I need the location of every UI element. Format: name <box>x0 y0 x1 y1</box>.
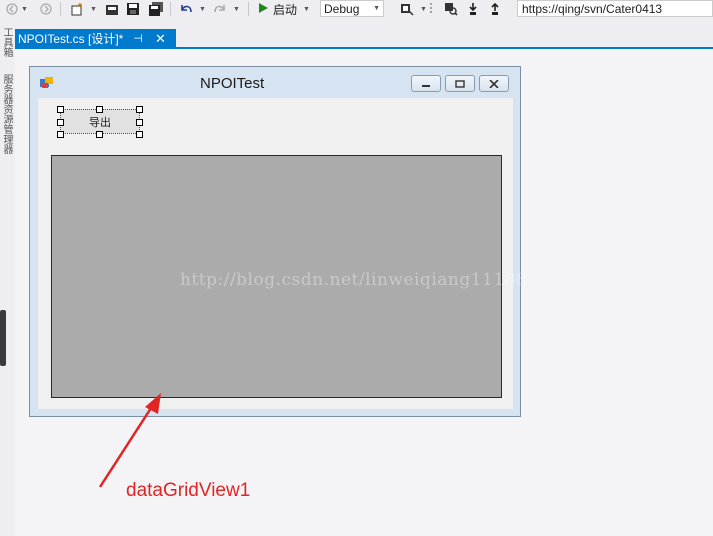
forward-icon[interactable] <box>40 1 52 17</box>
back-dropdown-icon[interactable]: ▼ <box>21 1 28 17</box>
resize-handle-w[interactable] <box>57 119 64 126</box>
resize-handle-sw[interactable] <box>57 131 64 138</box>
step-out-icon[interactable] <box>489 1 501 17</box>
maximize-icon <box>455 77 465 91</box>
save-icon[interactable] <box>126 1 140 17</box>
dock-grip[interactable] <box>0 310 6 366</box>
undo-icon[interactable] <box>179 1 193 17</box>
solution-configuration-select[interactable]: Debug ▼ <box>320 0 384 17</box>
tab-npoitest-design[interactable]: NPOITest.cs [设计]* ⊣ ✕ <box>15 29 176 48</box>
tab-title: NPOITest.cs [设计]* <box>18 32 124 46</box>
resize-handle-ne[interactable] <box>136 106 143 113</box>
resize-handle-n[interactable] <box>96 106 103 113</box>
redo-icon[interactable] <box>213 1 227 17</box>
main-toolbar: ▼ ▼ ▼ ▼ 启动 ▼ Debug ▼ ▼ https://qing/svn/… <box>0 0 713 18</box>
minimize-icon <box>421 77 431 91</box>
resize-handle-e[interactable] <box>136 119 143 126</box>
redo-dropdown-icon[interactable]: ▼ <box>233 1 240 17</box>
side-dock: 工具箱 服务器资源管理器 <box>0 18 15 536</box>
form-window[interactable]: NPOITest 导出 <box>29 66 521 417</box>
new-dropdown-icon[interactable]: ▼ <box>90 1 97 17</box>
play-icon <box>258 2 269 17</box>
server-explorer-tab[interactable]: 服务器资源管理器 <box>0 74 12 154</box>
close-icon[interactable]: ✕ <box>155 31 166 47</box>
annotation-label: dataGridView1 <box>126 480 251 501</box>
svn-url-value: https://qing/svn/Cater0413 <box>522 1 663 16</box>
export-button-label: 导出 <box>89 116 111 129</box>
open-file-icon[interactable] <box>105 1 119 17</box>
form-icon <box>40 77 54 89</box>
save-all-icon[interactable] <box>148 1 164 17</box>
find-in-files-icon[interactable] <box>444 1 458 17</box>
pin-icon[interactable]: ⊣ <box>133 32 143 45</box>
start-label: 启动 <box>273 2 298 17</box>
form-client-area[interactable]: 导出 <box>38 98 513 409</box>
browser-link-icon[interactable] <box>400 1 414 17</box>
start-dropdown-icon: ▼ <box>303 5 310 13</box>
toolbox-tab[interactable]: 工具箱 <box>0 27 12 57</box>
step-into-icon[interactable] <box>467 1 479 17</box>
toolbar-separator <box>60 2 61 16</box>
watermark-text: http://blog.csdn.net/linweiqiang11188 <box>180 270 528 290</box>
toolbar-separator <box>248 2 249 16</box>
grid-dots-icon <box>428 1 434 17</box>
browser-link-dropdown-icon[interactable]: ▼ <box>420 1 427 17</box>
svn-url-field[interactable]: https://qing/svn/Cater0413 <box>517 0 713 17</box>
undo-dropdown-icon[interactable]: ▼ <box>199 1 206 17</box>
start-debugging-button[interactable]: 启动 ▼ <box>258 1 310 17</box>
chevron-down-icon: ▼ <box>373 5 380 12</box>
toolbar-separator <box>170 2 171 16</box>
close-icon <box>489 77 499 91</box>
form-title: NPOITest <box>200 75 265 92</box>
resize-handle-s[interactable] <box>96 131 103 138</box>
maximize-button[interactable] <box>445 75 475 92</box>
close-form-button[interactable] <box>479 75 509 92</box>
resize-handle-se[interactable] <box>136 131 143 138</box>
configuration-value: Debug <box>324 1 360 16</box>
back-icon[interactable] <box>6 1 18 17</box>
minimize-button[interactable] <box>411 75 441 92</box>
new-project-icon[interactable] <box>70 1 84 17</box>
resize-handle-nw[interactable] <box>57 106 64 113</box>
